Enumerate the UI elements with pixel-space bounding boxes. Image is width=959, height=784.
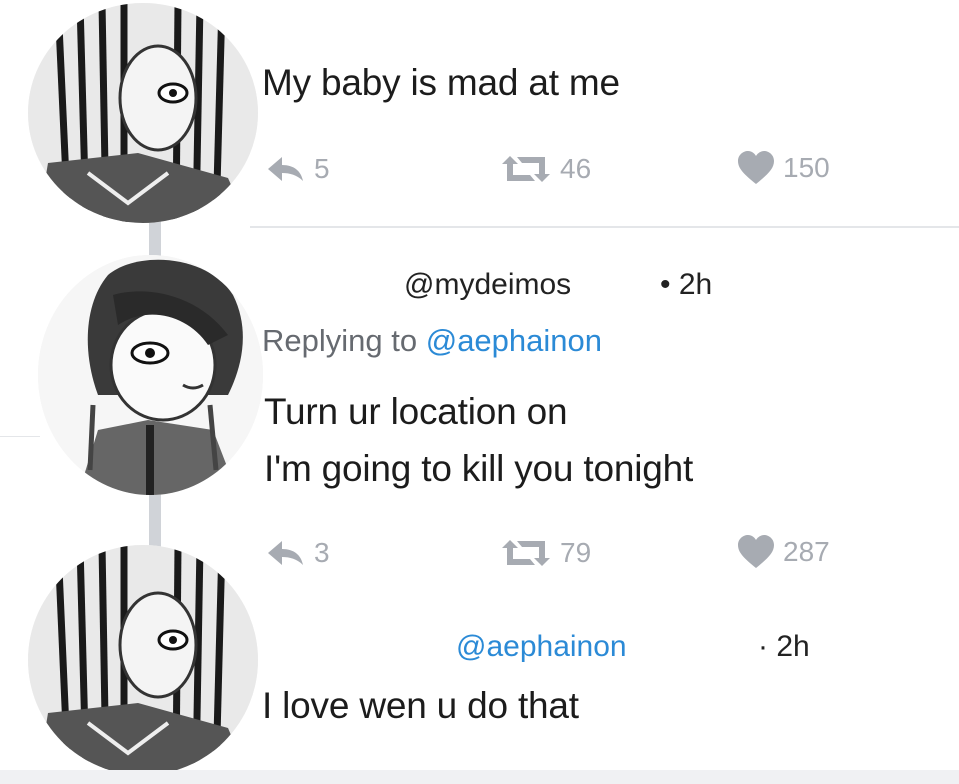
retweet-icon bbox=[502, 156, 550, 182]
avatar-mydeimos[interactable] bbox=[38, 255, 263, 495]
replying-to: Replying to @aephainon bbox=[262, 323, 602, 359]
reply-icon bbox=[268, 541, 303, 565]
replying-mention[interactable]: @aephainon bbox=[426, 323, 602, 358]
like-count: 287 bbox=[783, 536, 830, 567]
tweet-text-line-2: I'm going to kill you tonight bbox=[264, 448, 694, 489]
tweet-text-line-1: Turn ur location on bbox=[264, 391, 568, 432]
tweet-text: I love wen u do that bbox=[262, 685, 579, 726]
divider-2 bbox=[0, 436, 40, 437]
reply-count: 3 bbox=[314, 537, 330, 568]
avatar-image bbox=[38, 255, 263, 495]
tweet-handle[interactable]: @aephainon bbox=[456, 630, 627, 664]
reply-button[interactable]: 5 bbox=[266, 153, 330, 185]
reply-button[interactable]: 3 bbox=[266, 537, 330, 569]
avatar-image bbox=[28, 3, 258, 223]
retweet-button[interactable]: 79 bbox=[500, 537, 591, 569]
tweet-text: My baby is mad at me bbox=[262, 62, 620, 103]
retweet-icon bbox=[502, 540, 550, 566]
avatar-aephainon[interactable] bbox=[28, 3, 258, 223]
retweet-count: 79 bbox=[560, 537, 592, 568]
tweet-time: • 2h bbox=[660, 268, 713, 301]
heart-icon bbox=[738, 151, 774, 184]
replying-label: Replying to bbox=[262, 323, 418, 358]
tweet-time: · 2h bbox=[758, 630, 810, 663]
divider-1 bbox=[250, 226, 959, 228]
bottom-edge bbox=[0, 770, 959, 784]
retweet-button[interactable]: 46 bbox=[500, 153, 591, 185]
like-button[interactable]: 287 bbox=[737, 535, 830, 569]
avatar-image bbox=[28, 545, 258, 775]
reply-icon bbox=[268, 157, 303, 181]
retweet-count: 46 bbox=[560, 153, 592, 184]
like-count: 150 bbox=[783, 152, 830, 183]
avatar-aephainon[interactable] bbox=[28, 545, 258, 775]
heart-icon bbox=[738, 535, 774, 568]
tweet-handle[interactable]: @mydeimos bbox=[404, 268, 571, 302]
reply-count: 5 bbox=[314, 153, 330, 184]
like-button[interactable]: 150 bbox=[737, 151, 830, 185]
